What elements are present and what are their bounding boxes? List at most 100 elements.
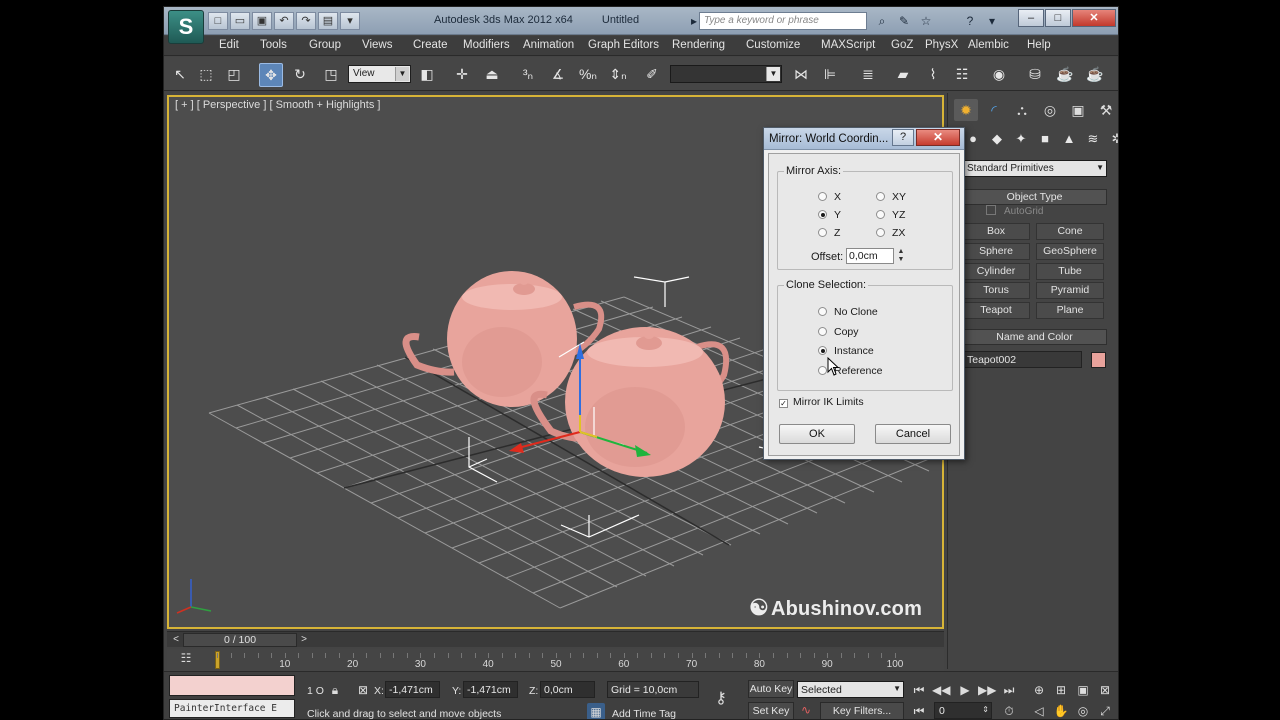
align-icon[interactable]: ⊫ [818, 63, 842, 87]
maximize-viewport-icon[interactable]: ⤢ [1096, 702, 1114, 719]
angle-snap-icon[interactable]: ∡ [546, 63, 570, 87]
close-icon[interactable]: ✕ [1072, 9, 1116, 27]
edit-named-selection-icon[interactable]: ✐ [640, 63, 664, 87]
go-to-start-icon[interactable]: ⏮ [910, 681, 928, 699]
favorites-icon[interactable]: ☆ [916, 12, 936, 30]
object-type-rollout[interactable]: Object Type [962, 189, 1107, 205]
cone-button[interactable]: Cone [1036, 223, 1104, 240]
track-bar[interactable]: ☷ 10 20 30 40 50 60 70 80 90 100 [167, 649, 944, 671]
project-folder-icon[interactable]: ▤ [318, 12, 338, 30]
redo-icon[interactable]: ↷ [296, 12, 316, 30]
ok-button[interactable]: OK [779, 424, 855, 444]
previous-frame-icon[interactable]: < [169, 633, 183, 646]
reference-coordinate-dropdown[interactable]: View ▼ [348, 65, 411, 83]
space-warps-icon[interactable]: ≋ [1084, 131, 1102, 149]
dialog-title-bar[interactable]: Mirror: World Coordin... ? ✕ [764, 128, 964, 150]
modify-tab-icon[interactable]: ◜ [982, 99, 1006, 121]
search-input[interactable]: Type a keyword or phrase [699, 12, 867, 30]
axis-y-radio[interactable]: Y [818, 209, 841, 221]
help-icon[interactable]: ? [892, 129, 914, 146]
keyboard-shortcut-override-icon[interactable]: ⏏ [480, 63, 504, 87]
menu-physx[interactable]: PhysX [925, 39, 958, 51]
z-coordinate-field[interactable]: 0,0cm [540, 681, 595, 698]
qa-dropdown-icon[interactable]: ▾ [340, 12, 360, 30]
maximize-icon[interactable]: □ [1045, 9, 1071, 27]
material-editor-icon[interactable]: ◉ [987, 63, 1011, 87]
cancel-button[interactable]: Cancel [875, 424, 951, 444]
undo-icon[interactable]: ↶ [274, 12, 294, 30]
zoom-icon[interactable]: ⊕ [1030, 681, 1048, 699]
systems-icon[interactable]: ✲ [1108, 131, 1118, 149]
schematic-view-icon[interactable]: ☷ [950, 63, 974, 87]
select-and-manipulate-icon[interactable]: ✛ [450, 63, 474, 87]
display-tab-icon[interactable]: ▣ [1066, 99, 1090, 121]
help-icon[interactable]: ? [960, 12, 980, 30]
render-setup-icon[interactable]: ⛁ [1023, 63, 1047, 87]
axis-z-radio[interactable]: Z [818, 227, 840, 239]
select-and-scale-icon[interactable]: ◳ [319, 63, 343, 87]
plane-button[interactable]: Plane [1036, 302, 1104, 319]
set-key-button[interactable]: Set Key [748, 702, 794, 719]
play-icon[interactable]: ▶ [956, 681, 974, 699]
snaps-toggle-icon[interactable]: ³ₙ [516, 63, 540, 87]
torus-button[interactable]: Torus [962, 282, 1030, 299]
copy-radio[interactable]: Copy [818, 326, 859, 338]
minimize-icon[interactable]: – [1018, 9, 1044, 27]
sphere-button[interactable]: Sphere [962, 243, 1030, 260]
add-time-tag[interactable]: Add Time Tag [612, 708, 676, 719]
select-and-rotate-icon[interactable]: ↻ [288, 63, 312, 87]
rendered-frame-window-icon[interactable]: ☕ [1053, 63, 1077, 87]
help-dropdown-icon[interactable]: ▾ [982, 12, 1002, 30]
menu-animation[interactable]: Animation [523, 39, 574, 51]
window-crossing-icon[interactable]: ◰ [222, 63, 246, 87]
curve-editor-mini-icon[interactable]: ☷ [175, 651, 197, 667]
cameras-icon[interactable]: ■ [1036, 131, 1054, 149]
axis-yz-radio[interactable]: YZ [876, 209, 905, 221]
geometry-icon[interactable]: ● [964, 131, 982, 149]
field-of-view-icon[interactable]: ◁ [1030, 702, 1048, 719]
render-production-icon[interactable]: ☕ [1083, 63, 1107, 87]
menu-graph-editors[interactable]: Graph Editors [588, 39, 659, 51]
rectangular-selection-icon[interactable]: ⬚ [194, 63, 218, 87]
cylinder-button[interactable]: Cylinder [962, 263, 1030, 280]
scene-explorer-icon[interactable]: ▰ [891, 63, 915, 87]
save-icon[interactable]: ▣ [252, 12, 272, 30]
time-configuration-icon[interactable]: ⏱ [1000, 702, 1018, 719]
communication-icon[interactable]: ✎ [894, 12, 914, 30]
new-file-icon[interactable]: □ [208, 12, 228, 30]
menu-tools[interactable]: Tools [260, 39, 287, 51]
axis-x-radio[interactable]: X [818, 191, 841, 203]
current-frame-field[interactable]: 0 ⇕ [934, 702, 992, 719]
viewport-label[interactable]: [ + ] [ Perspective ] [ Smooth + Highlig… [175, 99, 380, 111]
menu-views[interactable]: Views [362, 39, 392, 51]
motion-tab-icon[interactable]: ◎ [1038, 99, 1062, 121]
pan-view-icon[interactable]: ✋ [1052, 702, 1070, 719]
offset-field[interactable]: 0,0cm [846, 248, 894, 264]
object-name-field[interactable]: Teapot002 [962, 351, 1082, 368]
pyramid-button[interactable]: Pyramid [1036, 282, 1104, 299]
spinner-snap-icon[interactable]: ⇕ₙ [606, 63, 630, 87]
maxscript-mini-listener[interactable] [169, 675, 295, 696]
box-button[interactable]: Box [962, 223, 1030, 240]
hierarchy-tab-icon[interactable]: ⛬ [1010, 99, 1034, 121]
curve-editor-icon[interactable]: ⌇ [921, 63, 945, 87]
set-key-mode-icon[interactable]: ∿ [797, 701, 815, 719]
y-coordinate-field[interactable]: -1,471cm [463, 681, 518, 698]
binoculars-icon[interactable]: ⌕ [872, 12, 892, 30]
shapes-icon[interactable]: ◆ [988, 131, 1006, 149]
next-key-icon[interactable]: ▶▶ [978, 681, 996, 699]
key-filter-dropdown[interactable]: Selected ▼ [797, 681, 904, 698]
previous-key-icon[interactable]: ◀◀ [932, 681, 950, 699]
select-object-icon[interactable]: ↖ [168, 63, 192, 87]
menu-alembic[interactable]: Alembic [968, 39, 1009, 51]
zoom-extents-icon[interactable]: ▣ [1074, 681, 1092, 699]
absolute-mode-icon[interactable]: ⊠ [354, 681, 372, 699]
time-slider[interactable]: < 0 / 100 > [167, 631, 944, 647]
zoom-all-icon[interactable]: ⊞ [1052, 681, 1070, 699]
helpers-icon[interactable]: ▲ [1060, 131, 1078, 149]
key-filters-button[interactable]: Key Filters... [820, 702, 904, 719]
go-to-end-icon[interactable]: ⏭ [1000, 681, 1018, 699]
axis-xy-radio[interactable]: XY [876, 191, 906, 203]
axis-zx-radio[interactable]: ZX [876, 227, 905, 239]
maxscript-output-field[interactable]: PainterInterface E [169, 699, 295, 718]
